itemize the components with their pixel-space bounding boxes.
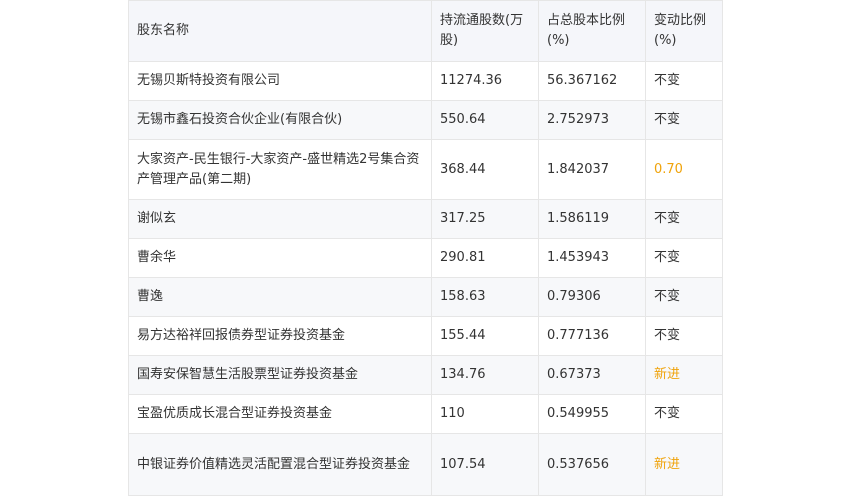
change-value: 新进: [645, 355, 723, 395]
shares-value: 317.25: [431, 199, 539, 239]
shareholder-name: 谢似玄: [128, 199, 432, 239]
header-shareholder-name: 股东名称: [128, 0, 432, 62]
table-row: 无锡市鑫石投资合伙企业(有限合伙) 550.64 2.752973 不变: [128, 100, 723, 140]
shares-value: 134.76: [431, 355, 539, 395]
shareholder-name: 曹逸: [128, 277, 432, 317]
ratio-value: 1.453943: [538, 238, 646, 278]
ratio-value: 0.79306: [538, 277, 646, 317]
change-value: 不变: [645, 199, 723, 239]
shareholder-name: 无锡市鑫石投资合伙企业(有限合伙): [128, 100, 432, 140]
change-value: 不变: [645, 394, 723, 434]
table-row: 曹逸 158.63 0.79306 不变: [128, 277, 723, 317]
shares-value: 107.54: [431, 433, 539, 496]
change-value: 不变: [645, 277, 723, 317]
change-value: 不变: [645, 61, 723, 101]
shares-value: 155.44: [431, 316, 539, 356]
change-value: 不变: [645, 316, 723, 356]
table-header-row: 股东名称 持流通股数(万股) 占总股本比例(%) 变动比例(%): [128, 0, 723, 62]
table-row: 大家资产-民生银行-大家资产-盛世精选2号集合资产管理产品(第二期) 368.4…: [128, 139, 723, 200]
ratio-value: 0.777136: [538, 316, 646, 356]
shares-value: 290.81: [431, 238, 539, 278]
ratio-value: 1.842037: [538, 139, 646, 200]
shareholders-table: 股东名称 持流通股数(万股) 占总股本比例(%) 变动比例(%) 无锡贝斯特投资…: [128, 0, 723, 496]
ratio-value: 0.549955: [538, 394, 646, 434]
shareholder-name: 大家资产-民生银行-大家资产-盛世精选2号集合资产管理产品(第二期): [128, 139, 432, 200]
table-row: 曹余华 290.81 1.453943 不变: [128, 238, 723, 278]
ratio-value: 2.752973: [538, 100, 646, 140]
table-row: 无锡贝斯特投资有限公司 11274.36 56.367162 不变: [128, 61, 723, 101]
shares-value: 110: [431, 394, 539, 434]
shares-value: 11274.36: [431, 61, 539, 101]
shareholder-name: 曹余华: [128, 238, 432, 278]
shareholder-name: 无锡贝斯特投资有限公司: [128, 61, 432, 101]
shareholder-name: 中银证券价值精选灵活配置混合型证券投资基金: [128, 433, 432, 496]
table-row: 宝盈优质成长混合型证券投资基金 110 0.549955 不变: [128, 394, 723, 434]
table-row: 易方达裕祥回报债券型证券投资基金 155.44 0.777136 不变: [128, 316, 723, 356]
table-row: 中银证券价值精选灵活配置混合型证券投资基金 107.54 0.537656 新进: [128, 433, 723, 496]
ratio-value: 1.586119: [538, 199, 646, 239]
ratio-value: 0.537656: [538, 433, 646, 496]
change-value: 不变: [645, 238, 723, 278]
header-ratio: 占总股本比例(%): [538, 0, 646, 62]
shareholder-name: 易方达裕祥回报债券型证券投资基金: [128, 316, 432, 356]
change-value: 0.70: [645, 139, 723, 200]
header-change: 变动比例(%): [645, 0, 723, 62]
change-value: 不变: [645, 100, 723, 140]
shareholder-name: 国寿安保智慧生活股票型证券投资基金: [128, 355, 432, 395]
change-value: 新进: [645, 433, 723, 496]
shares-value: 368.44: [431, 139, 539, 200]
ratio-value: 0.67373: [538, 355, 646, 395]
shares-value: 158.63: [431, 277, 539, 317]
table-row: 谢似玄 317.25 1.586119 不变: [128, 199, 723, 239]
shares-value: 550.64: [431, 100, 539, 140]
ratio-value: 56.367162: [538, 61, 646, 101]
table-row: 国寿安保智慧生活股票型证券投资基金 134.76 0.67373 新进: [128, 355, 723, 395]
header-shares: 持流通股数(万股): [431, 0, 539, 62]
shareholder-name: 宝盈优质成长混合型证券投资基金: [128, 394, 432, 434]
